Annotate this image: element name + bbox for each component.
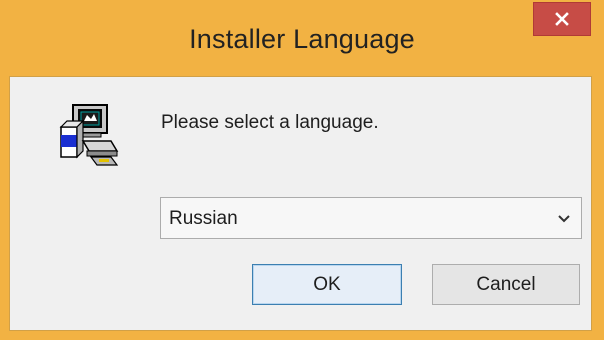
dialog-body: Please select a language. Russian OK Can…	[9, 76, 592, 331]
close-button[interactable]	[533, 2, 591, 36]
language-select[interactable]: Russian	[160, 197, 582, 239]
language-prompt: Please select a language.	[161, 112, 379, 133]
installer-language-dialog: Installer Language Please select a langu…	[0, 0, 604, 340]
window-title: Installer Language	[189, 24, 415, 54]
close-icon	[554, 11, 570, 27]
ok-button[interactable]: OK	[252, 264, 402, 305]
installer-computer-icon	[53, 101, 123, 171]
language-select-value: Russian	[169, 208, 238, 229]
cancel-button[interactable]: Cancel	[432, 264, 580, 305]
title-bar[interactable]: Installer Language	[0, 0, 604, 76]
chevron-down-icon[interactable]	[557, 212, 571, 224]
